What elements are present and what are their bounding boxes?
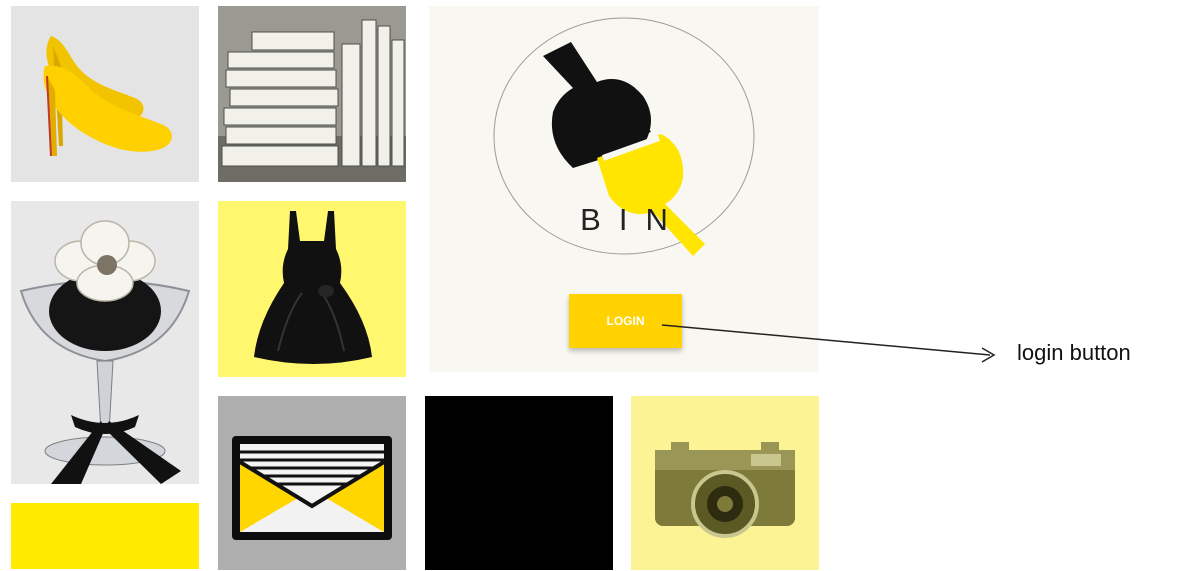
clutch-image-tile	[218, 396, 406, 570]
camera-image-tile	[631, 396, 819, 570]
annotation-label: login button	[1017, 340, 1131, 365]
black-block-tile	[425, 396, 613, 570]
login-panel: BIN LOGIN	[429, 6, 819, 372]
cupcake-image-tile	[11, 201, 199, 484]
books-image-tile	[218, 6, 406, 182]
yellow-block-tile	[11, 503, 199, 569]
dress-image-tile	[218, 201, 406, 377]
books-image	[218, 6, 406, 182]
yellow-heels-image	[11, 6, 199, 182]
login-button[interactable]: LOGIN	[569, 294, 682, 348]
camera-image	[631, 396, 819, 570]
logo-text: BIN	[580, 202, 686, 237]
cupcake-image	[11, 201, 199, 484]
clutch-bag-image	[218, 396, 406, 570]
black-dress-image	[218, 201, 406, 377]
shoes-image-tile	[11, 6, 199, 182]
